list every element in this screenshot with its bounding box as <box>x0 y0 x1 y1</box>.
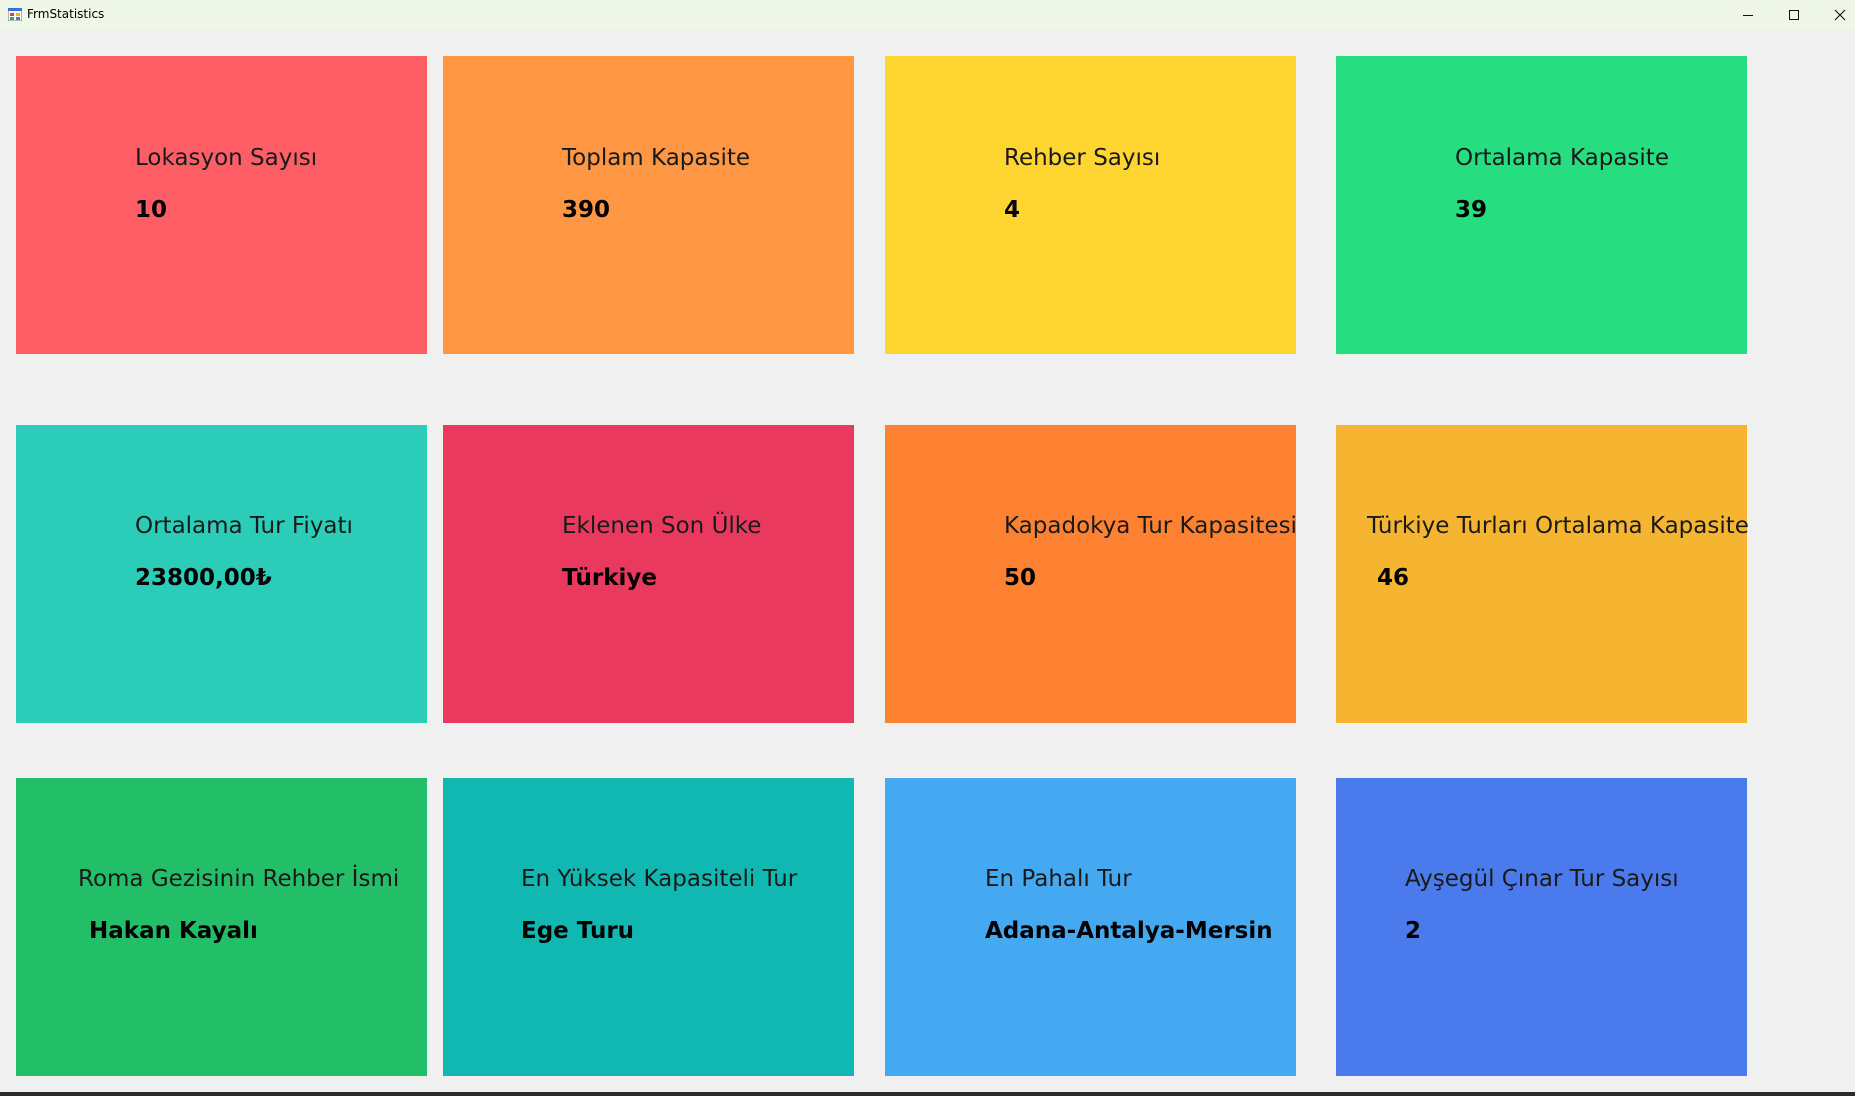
card-value: 390 <box>562 197 611 223</box>
card-label: Ortalama Tur Fiyatı <box>135 513 353 539</box>
card-label: Kapadokya Tur Kapasitesi <box>1004 513 1297 539</box>
card-label: Rehber Sayısı <box>1004 145 1161 171</box>
card-value: 50 <box>1004 565 1037 591</box>
card-value: 39 <box>1455 197 1488 223</box>
card-label: Ayşegül Çınar Tur Sayısı <box>1405 866 1679 892</box>
card-value: 10 <box>135 197 168 223</box>
window-title: FrmStatistics <box>27 7 105 21</box>
card-location-count: Lokasyon Sayısı 10 <box>16 56 427 354</box>
card-label: Lokasyon Sayısı <box>135 145 318 171</box>
card-label: Ortalama Kapasite <box>1455 145 1669 171</box>
card-label: Roma Gezisinin Rehber İsmi <box>78 866 400 892</box>
card-value: 4 <box>1004 197 1021 223</box>
card-last-added-country: Eklenen Son Ülke Türkiye <box>443 425 854 723</box>
close-button[interactable] <box>1817 0 1855 30</box>
card-rome-trip-guide-name: Roma Gezisinin Rehber İsmi Hakan Kayalı <box>16 778 427 1076</box>
card-turkey-tours-average-capacity: Türkiye Turları Ortalama Kapasite 46 <box>1336 425 1749 723</box>
card-average-tour-price: Ortalama Tur Fiyatı 23800,00₺ <box>16 425 427 723</box>
card-value: 2 <box>1405 918 1422 944</box>
title-bar[interactable]: FrmStatistics <box>0 0 1855 30</box>
card-label: En Yüksek Kapasiteli Tur <box>521 866 798 892</box>
card-average-capacity: Ortalama Kapasite 39 <box>1336 56 1747 354</box>
card-label: Eklenen Son Ülke <box>562 513 762 539</box>
card-value: 46 <box>1377 565 1410 591</box>
card-cappadocia-tour-capacity: Kapadokya Tur Kapasitesi 50 <box>885 425 1297 723</box>
window-bottom-edge <box>0 1092 1855 1096</box>
statistics-window: FrmStatistics Lokasyon Sayısı 10 Toplam … <box>0 0 1855 1096</box>
card-highest-capacity-tour: En Yüksek Kapasiteli Tur Ege Turu <box>443 778 854 1076</box>
card-label: Türkiye Turları Ortalama Kapasite <box>1367 513 1749 539</box>
app-icon <box>8 8 22 21</box>
close-icon <box>1834 9 1846 21</box>
card-value: 23800,00₺ <box>135 565 272 591</box>
card-label: Toplam Kapasite <box>562 145 751 171</box>
card-label: En Pahalı Tur <box>985 866 1132 892</box>
card-total-capacity: Toplam Kapasite 390 <box>443 56 854 354</box>
maximize-button[interactable] <box>1771 0 1817 30</box>
minimize-button[interactable] <box>1725 0 1771 30</box>
card-value: Türkiye <box>562 565 657 591</box>
card-guide-count: Rehber Sayısı 4 <box>885 56 1296 354</box>
minimize-icon <box>1743 15 1753 16</box>
card-aysegul-cinar-tour-count: Ayşegül Çınar Tur Sayısı 2 <box>1336 778 1747 1076</box>
card-value: Hakan Kayalı <box>89 918 258 944</box>
card-most-expensive-tour: En Pahalı Tur Adana-Antalya-Mersin <box>885 778 1296 1076</box>
card-value: Ege Turu <box>521 918 635 944</box>
maximize-icon <box>1789 10 1799 20</box>
card-value: Adana-Antalya-Mersin <box>985 918 1273 944</box>
